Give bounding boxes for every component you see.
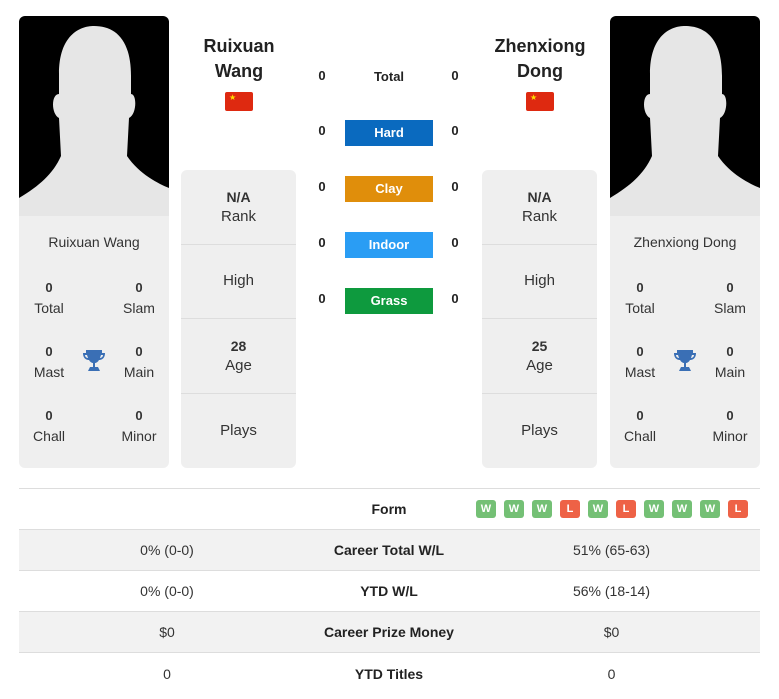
row-label: YTD W/L bbox=[360, 583, 418, 599]
player2-value: 51% (65-63) bbox=[572, 542, 651, 558]
player1-card: Ruixuan Wang 0 Total 0 Slam 0 Mast 0 Main 0C… bbox=[19, 216, 169, 468]
table-row: 0% (0-0) Career Total W/L 51% (65-63) bbox=[19, 530, 760, 571]
player2-high: High bbox=[482, 245, 597, 319]
trophy-icon bbox=[674, 348, 696, 377]
form-win-badge[interactable]: W bbox=[588, 500, 608, 518]
player1-stat-main: 0 Main bbox=[123, 344, 155, 380]
player1-value: 0% (0-0) bbox=[140, 583, 194, 599]
form-row: Form WWWLWLWWWL bbox=[19, 489, 760, 530]
player2-stat-chall: 0 Chall bbox=[624, 408, 656, 444]
player2-form: WWWLWLWWWL bbox=[463, 500, 760, 518]
h2h-indoor-p2: 0 bbox=[451, 235, 459, 250]
form-loss-badge[interactable]: L bbox=[728, 500, 748, 518]
form-win-badge[interactable]: W bbox=[672, 500, 692, 518]
surface-grass-button[interactable]: Grass bbox=[345, 288, 433, 314]
form-win-badge[interactable]: W bbox=[532, 500, 552, 518]
table-row: 0% (0-0) YTD W/L 56% (18-14) bbox=[19, 571, 760, 612]
player2-stat-mast: 0 Mast bbox=[624, 344, 656, 380]
h2h-grass-p1: 0 bbox=[318, 291, 326, 306]
form-win-badge[interactable]: W bbox=[700, 500, 720, 518]
h2h-hard-p1: 0 bbox=[318, 123, 326, 138]
player2-stat-slam: 0 Slam bbox=[714, 280, 746, 316]
player2-stat-total: 0 Total bbox=[625, 280, 655, 316]
china-flag-icon: ★ bbox=[526, 92, 554, 111]
form-win-badge[interactable]: W bbox=[504, 500, 524, 518]
player2-rank: N/A Rank bbox=[482, 170, 597, 245]
h2h-indoor-p1: 0 bbox=[318, 235, 326, 250]
row-label: YTD Titles bbox=[354, 665, 424, 682]
row-label: Career Prize Money bbox=[324, 624, 454, 640]
player2-value: 0 bbox=[607, 665, 616, 682]
player1-age: 28 Age bbox=[181, 319, 296, 394]
player1-value: 0 bbox=[163, 665, 171, 682]
player1-stat-chall: 0 Chall bbox=[33, 408, 65, 444]
player1-photo bbox=[19, 16, 169, 216]
surface-clay-button[interactable]: Clay bbox=[345, 176, 433, 202]
surface-indoor-button[interactable]: Indoor bbox=[345, 232, 433, 258]
form-label: Form bbox=[371, 501, 407, 517]
player2-title[interactable]: Zhenxiong Dong bbox=[480, 34, 600, 84]
h2h-grass-p2: 0 bbox=[451, 291, 459, 306]
player1-title[interactable]: Ruixuan Wang bbox=[179, 34, 299, 84]
form-loss-badge[interactable]: L bbox=[616, 500, 636, 518]
h2h-total-p2: 0 bbox=[451, 68, 459, 83]
player2-plays: Plays bbox=[521, 421, 558, 439]
h2h-clay-p2: 0 bbox=[451, 179, 459, 194]
player2-card: Zhenxiong Dong 0 Total 0 Slam 0 Mast 0 Main … bbox=[610, 216, 760, 468]
h2h-clay-p1: 0 bbox=[318, 179, 326, 194]
player1-info: N/A Rank High 28 Age Plays bbox=[181, 170, 296, 468]
player2-value: $0 bbox=[603, 624, 620, 640]
comparison-table: Form WWWLWLWWWL 0% (0-0) Career Total W/… bbox=[19, 488, 760, 694]
h2h-total-p1: 0 bbox=[318, 68, 326, 83]
h2h-total-label: Total bbox=[373, 69, 405, 84]
china-flag-icon: ★ bbox=[225, 92, 253, 111]
player1-plays: Plays bbox=[220, 421, 257, 439]
player2-photo bbox=[610, 16, 760, 216]
player2-stat-main: 0 Main bbox=[714, 344, 746, 380]
form-loss-badge[interactable]: L bbox=[560, 500, 580, 518]
trophy-icon bbox=[83, 348, 105, 377]
player1-stat-total: 0 Total bbox=[34, 280, 64, 316]
row-label: Career Total W/L bbox=[333, 542, 445, 558]
player1-stat-mast: 0 Mast bbox=[33, 344, 65, 380]
player1-value: 0% (0-0) bbox=[140, 542, 194, 558]
player1-stat-minor: 0 Minor bbox=[121, 408, 157, 444]
player2-age: 25 Age bbox=[482, 319, 597, 394]
player2-name: Zhenxiong Dong bbox=[633, 234, 737, 250]
player1-value: $0 bbox=[159, 624, 175, 640]
form-win-badge[interactable]: W bbox=[476, 500, 496, 518]
surface-hard-button[interactable]: Hard bbox=[345, 120, 433, 146]
player1-high: High bbox=[181, 245, 296, 319]
player1-stat-slam: 0 Slam bbox=[123, 280, 155, 316]
player2-stat-minor: 0 Minor bbox=[712, 408, 748, 444]
player1-rank: N/A Rank bbox=[181, 170, 296, 245]
form-win-badge[interactable]: W bbox=[644, 500, 664, 518]
player1-name: Ruixuan Wang bbox=[48, 234, 140, 250]
player2-value: 56% (18-14) bbox=[572, 583, 651, 599]
player2-info: N/A Rank High 25 Age Plays bbox=[482, 170, 597, 468]
table-row: $0 Career Prize Money $0 bbox=[19, 612, 760, 653]
table-row: 0 YTD Titles 0 bbox=[19, 653, 760, 694]
h2h-hard-p2: 0 bbox=[451, 123, 459, 138]
